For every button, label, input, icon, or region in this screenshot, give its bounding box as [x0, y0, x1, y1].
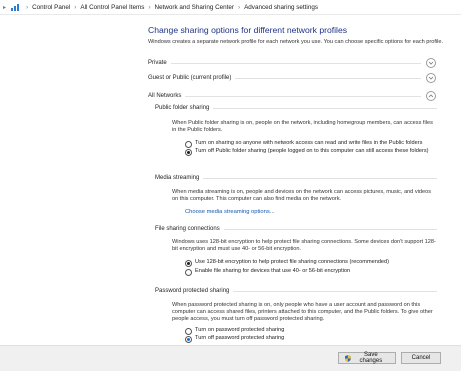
radio-button[interactable] [185, 327, 192, 335]
uac-shield-icon [345, 354, 351, 362]
main-content: Change sharing options for different net… [0, 15, 461, 345]
radio-button[interactable] [185, 140, 192, 148]
radio-button[interactable] [185, 268, 192, 276]
profile-guest-public[interactable]: Guest or Public (current profile) [148, 73, 436, 83]
nav-forward-icon[interactable]: ▸ [3, 4, 6, 11]
radio-label: Turn on password protected sharing [195, 327, 285, 333]
profile-all-networks[interactable]: All Networks [148, 91, 436, 101]
radio-label: Use 128-bit encryption to help protect f… [195, 259, 390, 265]
section-password-sharing: Password protected sharing [155, 288, 437, 294]
breadcrumb-control-panel[interactable]: Control Panel [32, 4, 70, 11]
nav-arrows[interactable]: ▸ [3, 4, 6, 11]
section-title: Password protected sharing [155, 288, 230, 294]
radio-button[interactable] [185, 259, 192, 267]
section-title: Media streaming [155, 175, 200, 181]
radio-button[interactable] [185, 148, 192, 156]
section-public-folder-sharing: Public folder sharing [155, 105, 437, 111]
breadcrumb-network-center[interactable]: Network and Sharing Center [155, 4, 234, 11]
radio-label: Turn off password protected sharing [195, 335, 285, 341]
divider [185, 95, 421, 97]
file-sharing-description: Windows uses 128-bit encryption to help … [172, 239, 436, 252]
cancel-button[interactable]: Cancel [401, 352, 441, 364]
radio-password-on[interactable]: Turn on password protected sharing [185, 327, 435, 335]
radio-label: Enable file sharing for devices that use… [195, 268, 351, 274]
profile-label: All Networks [148, 93, 182, 99]
divider [223, 228, 437, 230]
breadcrumb-separator-icon: › [26, 3, 29, 11]
radio-label: Turn on sharing so anyone with network a… [195, 140, 423, 146]
network-center-icon [11, 3, 20, 11]
breadcrumb-separator-icon: › [148, 3, 151, 11]
divider [233, 290, 437, 292]
section-title: File sharing connections [155, 226, 220, 232]
save-changes-label: Save changes [359, 352, 383, 364]
footer-bar: Save changes Cancel [0, 345, 461, 371]
radio-public-on[interactable]: Turn on sharing so anyone with network a… [185, 140, 435, 148]
profile-label: Private [148, 60, 167, 66]
expand-chevron-icon[interactable] [426, 73, 436, 83]
radio-label: Turn off Public folder sharing (people l… [195, 148, 429, 154]
section-media-streaming: Media streaming [155, 175, 437, 181]
radio-128bit[interactable]: Use 128-bit encryption to help protect f… [185, 259, 435, 267]
radio-password-off[interactable]: Turn off password protected sharing [185, 335, 435, 343]
cancel-label: Cancel [411, 355, 431, 361]
breadcrumb-separator-icon: › [74, 3, 77, 11]
breadcrumb-advanced-sharing[interactable]: Advanced sharing settings [244, 4, 318, 11]
media-streaming-options-link[interactable]: Choose media streaming options... [185, 209, 275, 215]
collapse-chevron-icon[interactable] [426, 91, 436, 101]
divider [203, 177, 437, 179]
divider [213, 107, 437, 109]
page-title: Change sharing options for different net… [148, 25, 348, 35]
radio-button[interactable] [185, 335, 192, 343]
page-intro: Windows creates a separate network profi… [148, 39, 444, 45]
profile-private[interactable]: Private [148, 58, 436, 68]
address-bar[interactable]: ▸ › Control Panel › All Control Panel It… [0, 0, 461, 15]
media-streaming-description: When media streaming is on, people and d… [172, 189, 432, 202]
divider [235, 77, 421, 79]
breadcrumb-all-items[interactable]: All Control Panel Items [80, 4, 144, 11]
section-title: Public folder sharing [155, 105, 210, 111]
public-folder-description: When Public folder sharing is on, people… [172, 120, 433, 133]
radio-public-off[interactable]: Turn off Public folder sharing (people l… [185, 148, 435, 156]
password-description: When password protected sharing is on, o… [172, 302, 433, 322]
section-file-sharing: File sharing connections [155, 226, 437, 232]
save-changes-button[interactable]: Save changes [338, 352, 396, 364]
breadcrumb-separator-icon: › [238, 3, 241, 11]
profile-label: Guest or Public (current profile) [148, 75, 232, 81]
expand-chevron-icon[interactable] [426, 58, 436, 68]
radio-40-56bit[interactable]: Enable file sharing for devices that use… [185, 268, 435, 276]
divider [170, 62, 421, 64]
